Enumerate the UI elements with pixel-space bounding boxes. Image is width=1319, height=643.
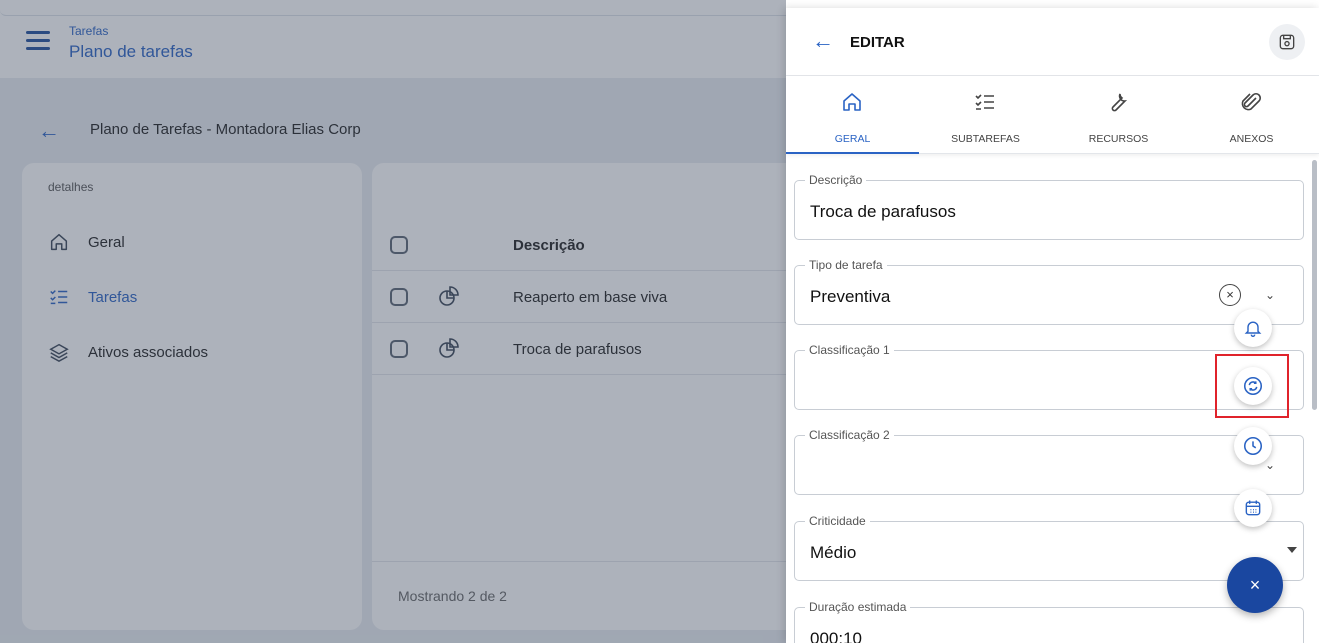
sync-button[interactable] [1234, 367, 1272, 405]
dropdown-caret-icon[interactable] [1287, 547, 1297, 553]
notifications-button[interactable] [1234, 309, 1272, 347]
tab-label: RECURSOS [1088, 133, 1149, 145]
chevron-down-icon[interactable]: ⌄ [1265, 288, 1275, 302]
chevron-down-icon[interactable]: ⌄ [1265, 458, 1275, 472]
field-label: Descrição [805, 173, 867, 187]
field-label: Classificação 1 [805, 343, 894, 357]
tab-anexos[interactable]: ANEXOS [1185, 76, 1318, 154]
field-value: Preventiva [810, 287, 891, 306]
field-label: Criticidade [805, 514, 870, 528]
tab-label: SUBTAREFAS [951, 133, 1020, 145]
save-icon [1279, 34, 1295, 50]
classification-2-select[interactable]: Classificação 2 ⌄ [794, 428, 1304, 495]
schedule-button[interactable] [1234, 489, 1272, 527]
bell-icon [1244, 321, 1262, 337]
drawer-scrollbar[interactable] [1312, 160, 1317, 410]
clock-icon [1243, 436, 1263, 456]
task-type-select[interactable]: Tipo de tarefa Preventiva × ⌄ [794, 258, 1304, 325]
tab-label: GERAL [834, 133, 871, 145]
field-value: 000:10 [810, 629, 862, 643]
paperclip-icon [1241, 92, 1262, 111]
tab-geral[interactable]: GERAL [786, 76, 919, 154]
close-fab-button[interactable]: × [1227, 557, 1283, 613]
modal-overlay[interactable] [0, 0, 786, 643]
history-button[interactable] [1234, 427, 1272, 465]
field-label: Classificação 2 [805, 428, 894, 442]
field-value: Troca de parafusos [810, 202, 956, 221]
clear-icon[interactable]: × [1219, 284, 1241, 306]
field-value: Médio [810, 543, 857, 562]
tab-subtarefas[interactable]: SUBTAREFAS [919, 76, 1052, 154]
estimated-duration-field[interactable]: Duração estimada 000:10 [794, 600, 1304, 643]
home-icon [843, 93, 861, 111]
tab-label: ANEXOS [1229, 133, 1274, 145]
wrench-icon [1111, 93, 1128, 112]
drawer-title: EDITAR [850, 34, 905, 51]
field-label: Duração estimada [805, 600, 911, 614]
calendar-icon [1245, 500, 1261, 516]
description-field[interactable]: Descrição Troca de parafusos [794, 173, 1304, 240]
drawer-tabs: GERAL SUBTAREFAS RECURSOS ANEXOS [786, 76, 1319, 154]
drawer-back-icon[interactable]: ← [812, 30, 834, 52]
field-label: Tipo de tarefa [805, 258, 887, 272]
tab-recursos[interactable]: RECURSOS [1052, 76, 1185, 154]
sync-icon [1243, 376, 1263, 396]
checklist-icon [975, 94, 994, 110]
criticality-select[interactable]: Criticidade Médio [794, 514, 1304, 581]
save-button[interactable] [1269, 24, 1305, 60]
drawer-header: ← EDITAR [786, 8, 1319, 76]
